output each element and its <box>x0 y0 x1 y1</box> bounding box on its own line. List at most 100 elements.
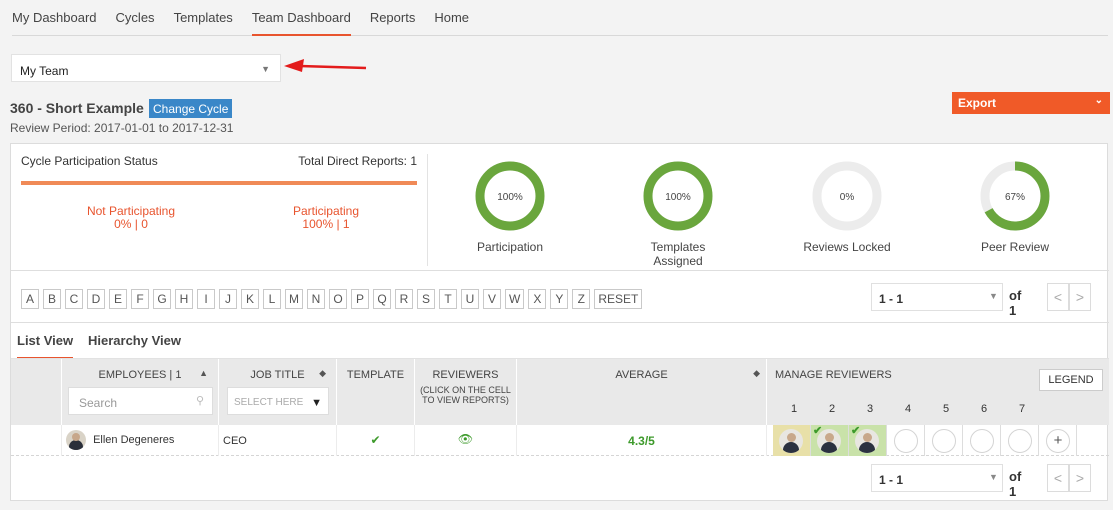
reviewer-slot-6[interactable] <box>963 425 1001 456</box>
legend-button[interactable]: LEGEND <box>1039 369 1103 391</box>
alpha-filter-button[interactable]: Z <box>572 289 591 309</box>
donut-chart: 0% <box>812 161 882 231</box>
export-button[interactable]: Export ⌄ <box>952 92 1110 114</box>
slot-number: 5 <box>942 403 950 415</box>
reviewer-slot-2[interactable]: ✔ <box>811 425 849 456</box>
table-row: Ellen Degeneres CEO ✔ 👁 4.3/5 ✔ ✔ + <box>11 425 1109 456</box>
slot-number: 2 <box>828 403 836 415</box>
alpha-filter-button[interactable]: L <box>263 289 281 309</box>
export-label: Export <box>958 96 997 110</box>
alpha-filter-button[interactable]: C <box>65 289 83 309</box>
alpha-filter-button[interactable]: RESET <box>594 289 643 309</box>
page-range-value: 1 - 1 <box>879 473 904 487</box>
alpha-filter-button[interactable]: T <box>439 289 457 309</box>
alpha-filter-button[interactable]: E <box>109 289 127 309</box>
alpha-filter-button[interactable]: B <box>43 289 61 309</box>
divider <box>11 322 1109 323</box>
change-cycle-button[interactable]: Change Cycle <box>149 99 233 118</box>
next-page-button[interactable]: > <box>1069 283 1091 311</box>
slot-number: 3 <box>866 403 874 415</box>
empty-slot-icon <box>932 429 956 453</box>
tab-hierarchy-view[interactable]: Hierarchy View <box>88 333 181 348</box>
donut-label: Participation <box>476 240 544 254</box>
header-job-title[interactable]: JOB TITLE ◆ SELECT HERE ▼ <box>219 359 337 425</box>
alpha-filter-button[interactable]: I <box>197 289 215 309</box>
alpha-filter-button[interactable]: J <box>219 289 237 309</box>
header-reviewers: REVIEWERS (CLICK ON THE CELL TO VIEW REP… <box>415 359 517 425</box>
alpha-filter-button[interactable]: S <box>417 289 435 309</box>
slot-number: 4 <box>904 403 912 415</box>
total-direct-reports: Total Direct Reports: 1 <box>298 154 417 168</box>
nav-team-dashboard[interactable]: Team Dashboard <box>251 0 351 36</box>
sort-both-icon[interactable]: ◆ <box>753 368 760 379</box>
alpha-filter-button[interactable]: G <box>153 289 171 309</box>
sort-up-icon[interactable]: ▲ <box>199 368 208 378</box>
alpha-filter-button[interactable]: V <box>483 289 501 309</box>
prev-page-button[interactable]: < <box>1047 464 1069 492</box>
participating-stat[interactable]: Participating 100% | 1 <box>266 205 386 231</box>
employee-name: Ellen Degeneres <box>93 434 175 446</box>
employee-cell[interactable]: Ellen Degeneres <box>62 425 219 456</box>
header-average[interactable]: AVERAGE ◆ <box>517 359 767 425</box>
page-count: of 1 <box>1009 288 1022 318</box>
team-select[interactable]: My Team ▼ <box>11 54 281 82</box>
reviewer-slot-5[interactable] <box>925 425 963 456</box>
alpha-filter-button[interactable]: Q <box>373 289 391 309</box>
slot-number: 6 <box>980 403 988 415</box>
alpha-filter-button[interactable]: Y <box>550 289 569 309</box>
participating-value: 100% | 1 <box>302 217 350 231</box>
alpha-filter-button[interactable]: N <box>307 289 325 309</box>
page-range-select[interactable]: 1 - 1 <box>871 464 1003 492</box>
nav-home[interactable]: Home <box>434 0 469 36</box>
alpha-filter-button[interactable]: U <box>461 289 479 309</box>
header-reviewers-sub: (CLICK ON THE CELL TO VIEW REPORTS) <box>420 385 511 405</box>
sort-both-icon[interactable]: ◆ <box>319 368 326 379</box>
alpha-filter-button[interactable]: O <box>329 289 347 309</box>
alpha-filter-button[interactable]: P <box>351 289 369 309</box>
employee-search-input[interactable]: Search ⚲ <box>68 387 213 415</box>
caret-down-icon: ▼ <box>261 64 270 74</box>
not-participating-value: 0% | 0 <box>114 217 148 231</box>
page-range-select[interactable]: 1 - 1 <box>871 283 1003 311</box>
tab-list-view[interactable]: List View <box>17 333 74 359</box>
nav-templates[interactable]: Templates <box>174 0 233 36</box>
reviewer-slot-7[interactable] <box>1001 425 1039 456</box>
header-employees-label: EMPLOYEES | 1 <box>98 369 182 381</box>
not-participating-stat[interactable]: Not Participating 0% | 0 <box>71 205 191 231</box>
nav-my-dashboard[interactable]: My Dashboard <box>12 0 97 36</box>
alpha-filter-button[interactable]: X <box>528 289 547 309</box>
header-employees[interactable]: EMPLOYEES | 1 ▲ Search ⚲ <box>62 359 219 425</box>
average-score: 4.3/5 <box>517 425 767 456</box>
eye-icon[interactable]: 👁 <box>415 425 517 456</box>
donut-participation: 100% Participation <box>455 158 565 254</box>
avatar <box>66 430 86 450</box>
manage-reviewers-cell: ✔ ✔ + <box>767 425 1109 456</box>
header-average-label: AVERAGE <box>615 369 668 381</box>
next-page-button[interactable]: > <box>1069 464 1091 492</box>
search-icon: ⚲ <box>195 395 204 407</box>
top-nav: My Dashboard Cycles Templates Team Dashb… <box>12 0 1108 36</box>
alpha-filter-button[interactable]: K <box>241 289 259 309</box>
prev-page-button[interactable]: < <box>1047 283 1069 311</box>
alpha-filter-button[interactable]: H <box>175 289 193 309</box>
alpha-filter-button[interactable]: M <box>285 289 303 309</box>
caret-down-icon: ▼ <box>989 291 998 301</box>
reviewer-slot-4[interactable] <box>887 425 925 456</box>
reviewer-slot-3[interactable]: ✔ <box>849 425 887 456</box>
alpha-filter-button[interactable]: F <box>131 289 149 309</box>
donut-label: Reviews Locked <box>803 240 891 254</box>
alpha-filter-button[interactable]: R <box>395 289 413 309</box>
donut-value: 100% <box>665 192 691 203</box>
alpha-filter-button[interactable]: W <box>505 289 525 309</box>
nav-cycles[interactable]: Cycles <box>116 0 155 36</box>
add-reviewer-button[interactable]: + <box>1039 425 1077 456</box>
job-title-select[interactable]: SELECT HERE ▼ <box>227 387 329 415</box>
arrow-left-icon <box>284 59 367 72</box>
nav-reports[interactable]: Reports <box>370 0 416 36</box>
reviewer-slot-1[interactable] <box>773 425 811 456</box>
donut-label: Templates Assigned <box>650 240 706 268</box>
alpha-filter-button[interactable]: A <box>21 289 39 309</box>
alpha-filter-button[interactable]: D <box>87 289 105 309</box>
divider <box>11 270 1109 271</box>
header-template: TEMPLATE <box>337 359 415 425</box>
